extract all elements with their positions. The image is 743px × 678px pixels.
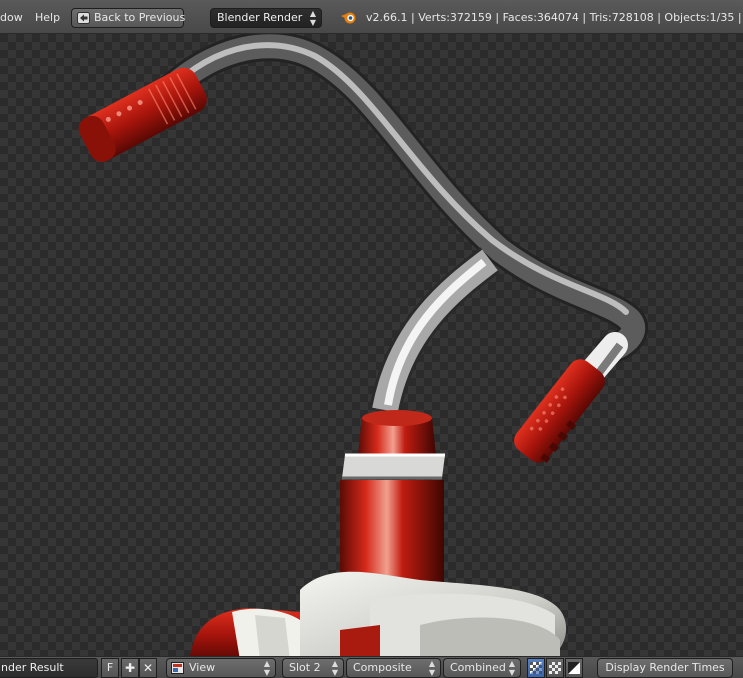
back-arrow-icon xyxy=(77,12,90,24)
render-engine-label: Blender Render xyxy=(217,11,303,24)
image-editor-header: nder Result F ✚ ✕ View ▲ ▼ Slot 2 ▲ ▼ Comp… xyxy=(0,656,743,678)
render-engine-select[interactable]: Blender Render ▲ ▼ xyxy=(210,8,322,28)
render-pass-select[interactable]: Combined ▲ ▼ xyxy=(443,658,521,678)
image-name-field[interactable]: nder Result xyxy=(0,658,98,678)
view-menu-select[interactable]: View ▲ ▼ xyxy=(166,658,276,678)
render-pass-label: Combined xyxy=(450,661,506,674)
fake-user-label: F xyxy=(106,661,114,674)
render-result-viewport[interactable] xyxy=(0,34,743,656)
z-buffer-button[interactable] xyxy=(565,658,583,678)
menu-help[interactable]: Help xyxy=(35,11,60,24)
dropdown-arrows-icon: ▲ ▼ xyxy=(331,659,338,677)
scene-stats: v2.66.1 | Verts:372159 | Faces:364074 | … xyxy=(366,11,743,24)
new-image-button[interactable]: ✚ xyxy=(121,658,139,678)
z-buffer-icon xyxy=(568,662,580,674)
back-button-label: Back to Previous xyxy=(94,11,186,24)
color-alpha-button[interactable] xyxy=(527,658,545,678)
info-header: dow Help Back to Previous Blender Render… xyxy=(0,0,743,34)
editor-type-icon xyxy=(171,662,184,674)
alpha-only-button[interactable] xyxy=(546,658,564,678)
menu-window[interactable]: dow xyxy=(0,11,23,24)
view-menu-label: View xyxy=(189,661,216,674)
slot-select[interactable]: Slot 2 ▲ ▼ xyxy=(282,658,344,678)
image-name-label: nder Result xyxy=(1,661,64,674)
display-render-times-button[interactable]: Display Render Times xyxy=(597,658,733,678)
x-icon: ✕ xyxy=(142,661,154,675)
dropdown-arrows-icon: ▲ ▼ xyxy=(263,659,270,677)
dropdown-arrows-icon: ▲ ▼ xyxy=(309,9,316,27)
back-to-previous-button[interactable]: Back to Previous xyxy=(71,8,186,28)
checker-icon xyxy=(549,662,561,674)
render-layer-select[interactable]: Composite ▲ ▼ xyxy=(346,658,441,678)
unlink-image-button[interactable]: ✕ xyxy=(139,658,157,678)
render-layer-label: Composite xyxy=(353,661,412,674)
blender-logo-icon xyxy=(341,12,356,24)
dropdown-arrows-icon: ▲ ▼ xyxy=(428,659,435,677)
dropdown-arrows-icon: ▲ ▼ xyxy=(508,659,515,677)
color-alpha-icon xyxy=(530,662,542,674)
slot-label: Slot 2 xyxy=(289,661,321,674)
display-render-times-label: Display Render Times xyxy=(605,661,725,674)
fake-user-button[interactable]: F xyxy=(101,658,119,678)
tricycle-handlebar-render xyxy=(78,34,649,656)
plus-icon: ✚ xyxy=(124,661,136,675)
